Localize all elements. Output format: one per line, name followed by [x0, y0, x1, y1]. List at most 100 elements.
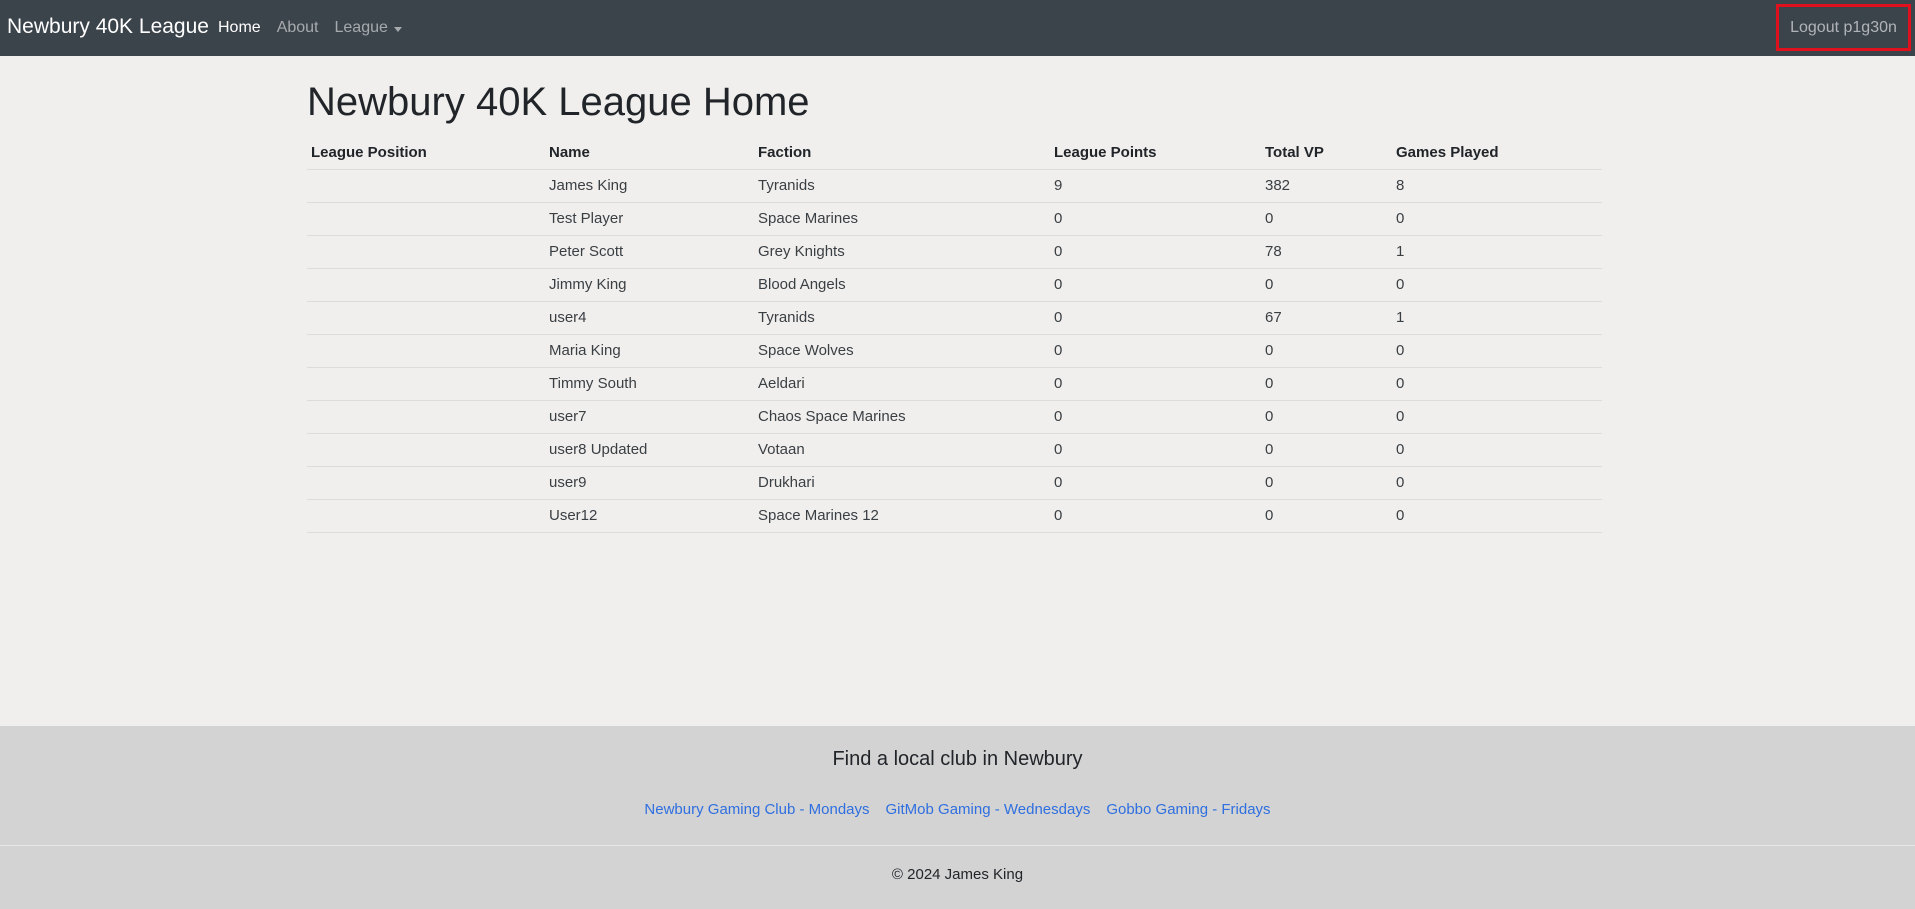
table-cell — [307, 334, 545, 368]
table-cell: James King — [545, 169, 754, 203]
table-cell: Maria King — [545, 334, 754, 368]
table-cell: 0 — [1261, 400, 1392, 434]
top-navbar: Newbury 40K League Home About League Log… — [0, 0, 1915, 56]
footer-club-links: Newbury Gaming Club - Mondays GitMob Gam… — [0, 801, 1915, 818]
table-cell: user9 — [545, 466, 754, 500]
table-cell: Space Marines — [754, 202, 1050, 236]
table-cell: 8 — [1392, 169, 1602, 203]
table-cell: 78 — [1261, 235, 1392, 269]
table-cell: Drukhari — [754, 466, 1050, 500]
table-cell: 382 — [1261, 169, 1392, 203]
table-cell: 0 — [1392, 499, 1602, 533]
nav-links: Home About League — [218, 19, 402, 37]
table-cell — [307, 466, 545, 500]
nav-league-label: League — [334, 19, 388, 36]
logout-label: Logout p1g30n — [1790, 18, 1897, 36]
logout-link[interactable]: Logout p1g30n — [1776, 4, 1911, 51]
table-cell: 0 — [1261, 499, 1392, 533]
table-cell: Jimmy King — [545, 268, 754, 302]
table-cell: user8 Updated — [545, 433, 754, 467]
table-cell: 0 — [1261, 202, 1392, 236]
table-cell: 1 — [1392, 301, 1602, 335]
table-cell — [307, 499, 545, 533]
table-row: user9 Drukhari 0 0 0 — [307, 466, 1602, 500]
copyright-text: © 2024 James King — [891, 866, 1024, 883]
table-cell: Votaan — [754, 433, 1050, 467]
table-header-row: League Position Name Faction League Points T… — [307, 136, 1602, 170]
table-cell: 0 — [1392, 466, 1602, 500]
table-cell: 1 — [1392, 235, 1602, 269]
table-cell: 0 — [1261, 367, 1392, 401]
table-body: James King Tyranids 9 382 8 Test Player Space … — [307, 169, 1602, 533]
table-cell: 0 — [1261, 268, 1392, 302]
column-header: League Points — [1050, 136, 1261, 170]
table-cell: Chaos Space Marines — [754, 400, 1050, 434]
table-cell: 0 — [1050, 268, 1261, 302]
nav-about-link[interactable]: About — [277, 19, 319, 37]
table-cell: 0 — [1392, 334, 1602, 368]
table-cell: 0 — [1392, 433, 1602, 467]
club-link-gitmob-gaming[interactable]: GitMob Gaming - Wednesdays — [886, 801, 1091, 818]
table-row: user4 Tyranids 0 67 1 — [307, 301, 1602, 335]
table-cell: User12 — [545, 499, 754, 533]
club-link-newbury-gaming[interactable]: Newbury Gaming Club - Mondays — [644, 801, 869, 818]
table-row: Peter Scott Grey Knights 0 78 1 — [307, 235, 1602, 269]
nav-league-dropdown[interactable]: League — [335, 19, 402, 37]
page-title: Newbury 40K League Home — [307, 80, 810, 124]
table-row: user7 Chaos Space Marines 0 0 0 — [307, 400, 1602, 434]
table-cell — [307, 400, 545, 434]
table-cell: 0 — [1261, 334, 1392, 368]
table-cell: 67 — [1261, 301, 1392, 335]
table-cell: 0 — [1261, 466, 1392, 500]
table-cell: Space Marines 12 — [754, 499, 1050, 533]
table-cell: 0 — [1392, 202, 1602, 236]
table-cell: 0 — [1392, 367, 1602, 401]
footer: Find a local club in Newbury Newbury Gam… — [0, 726, 1915, 909]
table-cell: Aeldari — [754, 367, 1050, 401]
table-cell: 0 — [1050, 367, 1261, 401]
table-cell: Timmy South — [545, 367, 754, 401]
footer-heading: Find a local club in Newbury — [832, 748, 1083, 770]
league-standings-table: League Position Name Faction League Points T… — [307, 136, 1602, 533]
table-row: Maria King Space Wolves 0 0 0 — [307, 334, 1602, 368]
brand-link[interactable]: Newbury 40K League — [7, 15, 209, 39]
table-row: user8 Updated Votaan 0 0 0 — [307, 433, 1602, 467]
table-cell — [307, 268, 545, 302]
nav-home-link[interactable]: Home — [218, 19, 261, 37]
table-cell: 0 — [1050, 301, 1261, 335]
table-cell: user7 — [545, 400, 754, 434]
caret-down-icon — [393, 26, 402, 32]
table-cell — [307, 169, 545, 203]
table-cell: 0 — [1050, 202, 1261, 236]
table-cell: 0 — [1261, 433, 1392, 467]
table-cell — [307, 367, 545, 401]
table-cell: 0 — [1050, 400, 1261, 434]
table-cell: user4 — [545, 301, 754, 335]
table-cell: Space Wolves — [754, 334, 1050, 368]
column-header: Faction — [754, 136, 1050, 170]
table-cell — [307, 301, 545, 335]
table-cell — [307, 202, 545, 236]
table-row: Test Player Space Marines 0 0 0 — [307, 202, 1602, 236]
footer-divider — [0, 845, 1915, 846]
column-header: Total VP — [1261, 136, 1392, 170]
table-cell: Grey Knights — [754, 235, 1050, 269]
club-link-gobbo-gaming[interactable]: Gobbo Gaming - Fridays — [1106, 801, 1270, 818]
table-row: Jimmy King Blood Angels 0 0 0 — [307, 268, 1602, 302]
table-cell: Blood Angels — [754, 268, 1050, 302]
table-row: Timmy South Aeldari 0 0 0 — [307, 367, 1602, 401]
table-cell: 0 — [1392, 268, 1602, 302]
table-cell: 0 — [1050, 499, 1261, 533]
table-cell — [307, 235, 545, 269]
table-row: James King Tyranids 9 382 8 — [307, 169, 1602, 203]
table-cell: 0 — [1050, 433, 1261, 467]
table-cell: 0 — [1050, 466, 1261, 500]
table-cell: 0 — [1050, 334, 1261, 368]
table-cell: Tyranids — [754, 301, 1050, 335]
table-cell: 0 — [1050, 235, 1261, 269]
table-cell: 9 — [1050, 169, 1261, 203]
column-header: Games Played — [1392, 136, 1602, 170]
table-cell: Tyranids — [754, 169, 1050, 203]
column-header: Name — [545, 136, 754, 170]
column-header: League Position — [307, 136, 545, 170]
